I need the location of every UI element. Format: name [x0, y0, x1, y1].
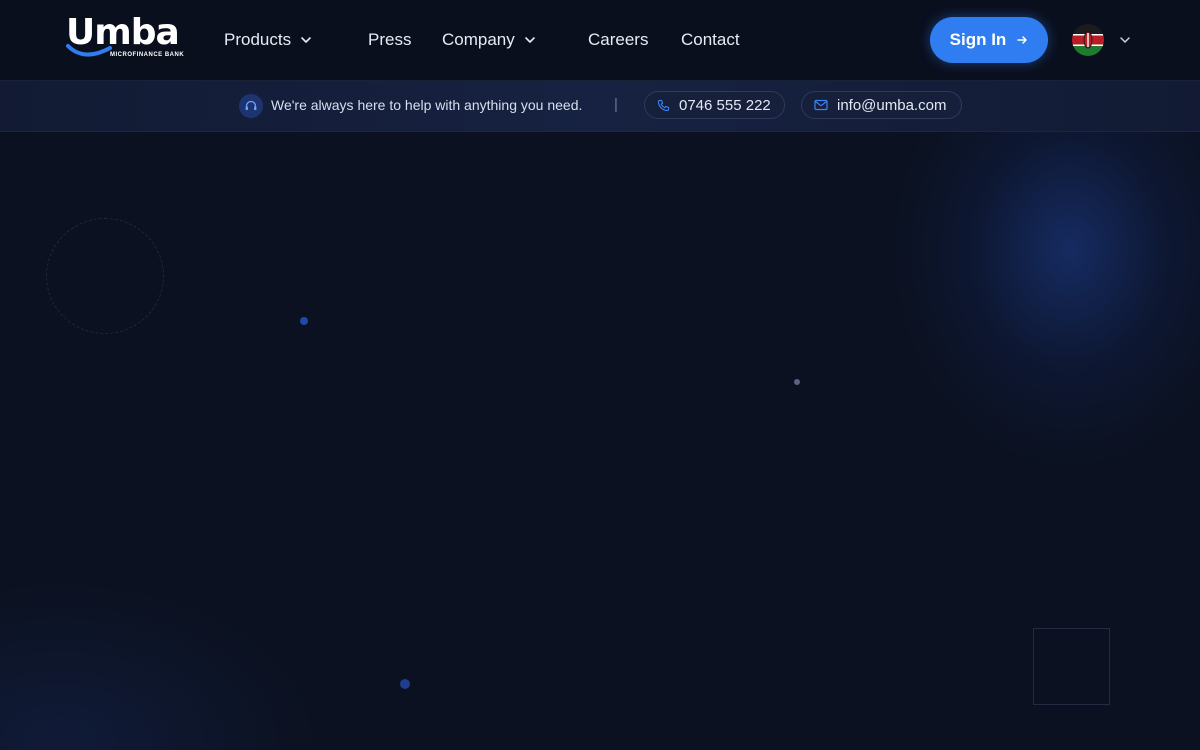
top-navigation-bar: Umba MICROFINANCE BANK Products Press Co… — [0, 0, 1200, 81]
nav-press[interactable]: Press — [368, 28, 411, 52]
chevron-down-icon — [301, 37, 311, 43]
email-link[interactable]: info@umba.com — [801, 91, 962, 119]
nav-press-label: Press — [368, 30, 412, 49]
decorative-dot — [794, 379, 800, 385]
nav-products[interactable]: Products — [224, 28, 313, 52]
chevron-down-icon — [524, 37, 535, 43]
nav-contact[interactable]: Contact — [681, 28, 740, 52]
chevron-down-icon — [1120, 37, 1130, 43]
logo-swoosh-icon — [66, 44, 112, 57]
nav-products-label: Products — [224, 30, 292, 49]
decorative-dashed-circle — [46, 218, 164, 334]
support-separator: | — [614, 96, 618, 113]
nav-careers-label: Careers — [588, 30, 649, 49]
nav-company[interactable]: Company — [442, 28, 537, 52]
phone-icon — [657, 99, 670, 111]
support-contact-bar: We're always here to help with anything … — [0, 81, 1200, 132]
sign-in-button[interactable]: Sign In — [930, 17, 1048, 63]
nav-company-label: Company — [442, 30, 515, 49]
decorative-outline-square — [1033, 628, 1110, 705]
language-selector[interactable] — [1072, 24, 1132, 56]
phone-link[interactable]: 0746 555 222 — [644, 91, 785, 119]
logo-tagline: MICROFINANCE BANK — [110, 52, 185, 58]
arrow-right-icon — [1017, 36, 1028, 44]
umba-logo[interactable]: Umba MICROFINANCE BANK — [66, 12, 192, 62]
phone-number: 0746 555 222 — [679, 96, 771, 114]
kenya-flag-icon — [1072, 24, 1104, 56]
headset-icon — [239, 94, 263, 118]
nav-contact-label: Contact — [681, 30, 740, 49]
mail-icon — [814, 99, 828, 111]
email-address: info@umba.com — [837, 96, 947, 114]
nav-careers[interactable]: Careers — [588, 28, 648, 52]
decorative-dot — [400, 679, 410, 689]
sign-in-label: Sign In — [949, 30, 1007, 49]
decorative-dot — [300, 317, 308, 325]
support-message: We're always here to help with anything … — [271, 97, 583, 113]
